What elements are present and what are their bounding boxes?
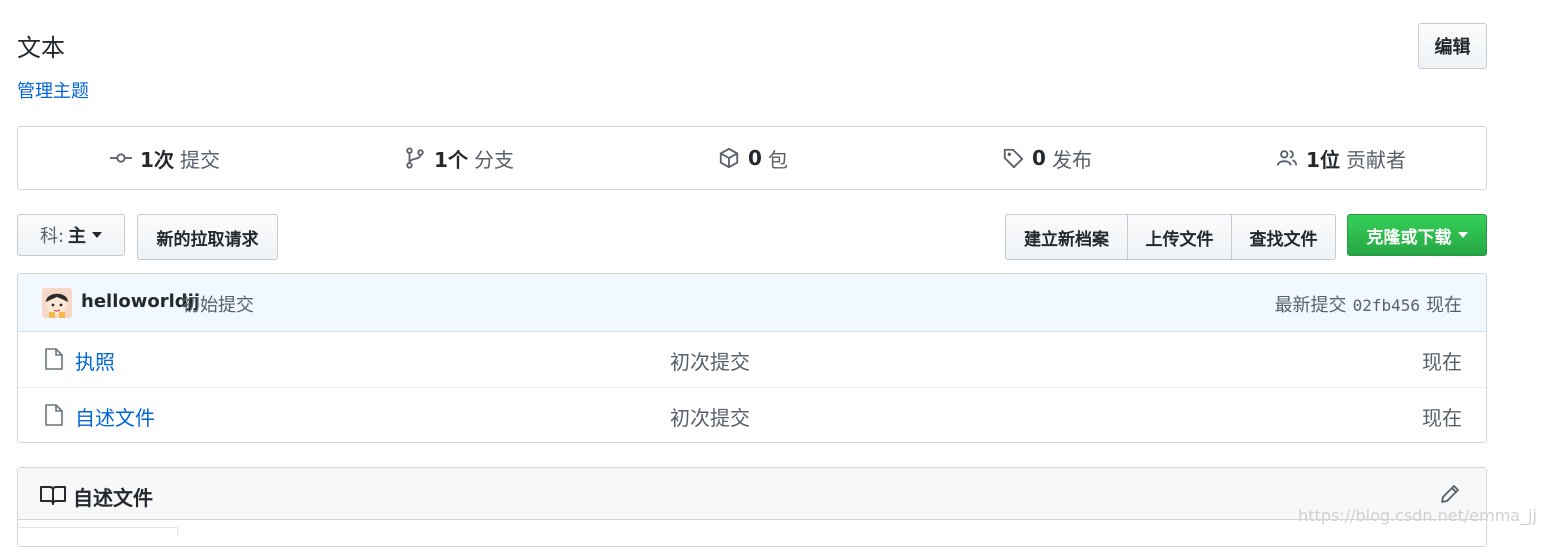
packages-stat[interactable]: 0包 xyxy=(606,127,900,189)
caret-down-icon xyxy=(1457,232,1468,238)
commit-message-link[interactable]: 初始提交 xyxy=(182,291,254,317)
commit-icon xyxy=(110,153,133,163)
branches-label: 分支 xyxy=(473,147,514,172)
branch-icon xyxy=(406,147,424,169)
package-icon xyxy=(719,147,739,169)
file-icon xyxy=(45,348,63,370)
commits-label: 提交 xyxy=(179,147,220,172)
file-actions-group: 建立新档案 上传文件 查找文件 xyxy=(1005,214,1336,260)
watermark-text: https://blog.csdn.net/emma_jj xyxy=(1298,506,1537,525)
packages-label: 包 xyxy=(767,147,788,172)
clone-download-button[interactable]: 克隆或下载 xyxy=(1347,214,1487,256)
latest-commit-info: 最新提交 02fb456 现在 xyxy=(1275,291,1462,317)
commits-count: 1次 xyxy=(140,147,174,172)
repo-description: 文本 xyxy=(17,34,65,62)
releases-count: 0 xyxy=(1032,146,1046,170)
commits-stat[interactable]: 1次 提交 xyxy=(18,127,312,189)
commit-sha-link[interactable]: 02fb456 xyxy=(1353,296,1420,315)
table-row: 自述文件 初次提交 现在 xyxy=(18,387,1486,441)
pencil-icon[interactable] xyxy=(1438,482,1462,506)
avatar[interactable] xyxy=(42,288,72,318)
find-file-button[interactable]: 查找文件 xyxy=(1231,214,1336,260)
branch-prefix: 科: xyxy=(39,226,65,247)
file-age: 现在 xyxy=(1422,350,1462,374)
contributors-count: 1位 xyxy=(1306,147,1340,172)
table-row: 执照 初次提交 现在 xyxy=(18,332,1486,386)
new-pull-request-button[interactable]: 新的拉取请求 xyxy=(137,214,278,260)
readme-title: 自述文件 xyxy=(73,486,153,510)
book-icon xyxy=(40,486,66,505)
people-icon xyxy=(1276,150,1298,166)
caret-down-icon xyxy=(92,232,103,238)
branch-name: 主 xyxy=(68,226,87,247)
branches-stat[interactable]: 1个 分支 xyxy=(312,127,606,189)
file-age: 现在 xyxy=(1422,406,1462,430)
releases-label: 发布 xyxy=(1051,147,1092,172)
file-name-link[interactable]: 执照 xyxy=(75,346,115,375)
latest-commit-label: 最新提交 xyxy=(1274,295,1347,316)
file-commit-message-link[interactable]: 初次提交 xyxy=(670,402,750,431)
clone-label: 克隆或下载 xyxy=(1366,227,1452,248)
create-file-button[interactable]: 建立新档案 xyxy=(1005,214,1128,260)
packages-count: 0 xyxy=(748,146,762,170)
file-name-link[interactable]: 自述文件 xyxy=(75,402,155,431)
readme-header: 自述文件 xyxy=(18,468,1486,520)
branches-count: 1个 xyxy=(434,147,468,172)
file-commit-message-link[interactable]: 初次提交 xyxy=(670,346,750,375)
upload-files-button[interactable]: 上传文件 xyxy=(1127,214,1232,260)
file-icon xyxy=(45,404,63,426)
file-list: helloworldjj 初始提交 最新提交 02fb456 现在 执照 初次提交 … xyxy=(17,273,1487,443)
contributors-label: 贡献者 xyxy=(1345,147,1406,172)
commit-time: 现在 xyxy=(1426,295,1462,316)
tag-icon xyxy=(1003,148,1024,169)
repo-summary: 1次 提交 1个 分支 0包 0 发布 1位 贡献者 xyxy=(17,126,1487,190)
contributors-stat[interactable]: 1位 贡献者 xyxy=(1194,127,1488,189)
readme-panel: 自述文件 xyxy=(17,467,1487,547)
latest-commit-bar: helloworldjj 初始提交 最新提交 02fb456 现在 xyxy=(18,274,1486,332)
manage-topics-link[interactable]: 管理主题 xyxy=(17,77,89,103)
branch-select-button[interactable]: 科: 主 xyxy=(17,214,125,256)
releases-stat[interactable]: 0 发布 xyxy=(900,127,1194,189)
edit-button[interactable]: 编辑 xyxy=(1418,23,1487,69)
